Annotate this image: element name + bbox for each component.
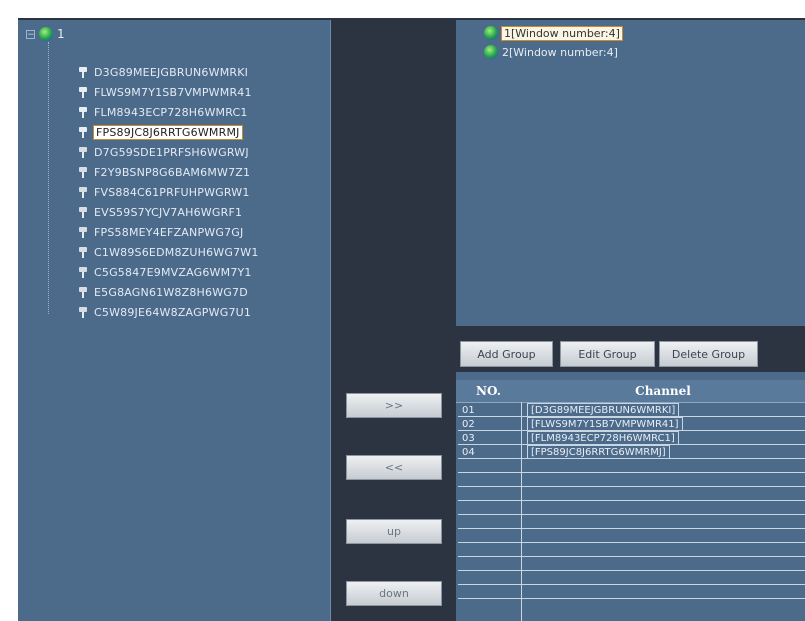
tree-item[interactable]: EVS59S7YCJV7AH6WGRF1 (78, 204, 242, 220)
tree-item[interactable]: D3G89MEEJGBRUN6WMRKI (78, 64, 248, 80)
column-header-channel[interactable]: Channel (521, 380, 805, 402)
tree-item[interactable]: E5G8AGN61W8Z8H6WG7D (78, 284, 248, 300)
table-cell-no[interactable]: 03 (462, 432, 475, 444)
camera-offline-icon (78, 226, 88, 238)
column-header-no[interactable]: NO. (456, 380, 521, 402)
tree-item[interactable]: FPS58MEY4EFZANPWG7GJ (78, 224, 243, 240)
device-tree-panel: − 1 D3G89MEEJGBRUN6WMRKI FLWS9M7Y1SB7VMP… (18, 20, 331, 621)
row-divider (458, 570, 805, 571)
row-divider (458, 556, 805, 557)
row-divider (458, 500, 805, 501)
table-cell-channel[interactable]: [FPS89JC8J6RRTG6WMRMJ] (527, 445, 670, 459)
camera-offline-icon (78, 246, 88, 258)
row-divider (458, 542, 805, 543)
tree-item-label: FLM8943ECP728H6WMRC1 (94, 105, 248, 119)
table-cell-channel[interactable]: [FLM8943ECP728H6WMRC1] (527, 431, 679, 445)
globe-icon (39, 27, 53, 41)
camera-icon (78, 106, 88, 118)
camera-offline-icon (78, 146, 88, 158)
camera-offline-icon (78, 186, 88, 198)
tree-item-label: F2Y9BSNP8G6BAM6MW7Z1 (94, 165, 251, 179)
remove-channel-button[interactable]: << (346, 455, 442, 480)
globe-icon (484, 26, 498, 40)
camera-offline-icon (78, 166, 88, 178)
camera-icon (78, 126, 88, 138)
tree-item-label: C5W89JE64W8ZAGPWG7U1 (94, 305, 252, 319)
delete-group-button[interactable]: Delete Group (659, 341, 758, 367)
window-group-item[interactable]: 2[Window number:4] (484, 44, 618, 60)
tree-item-selected[interactable]: FPS89JC8J6RRTG6WMRMJ (78, 124, 243, 140)
tree-item[interactable]: C5W89JE64W8ZAGPWG7U1 (78, 304, 251, 320)
row-divider (458, 528, 805, 529)
tree-item[interactable]: FLM8943ECP728H6WMRC1 (78, 104, 248, 120)
row-divider (458, 514, 805, 515)
tree-root-label: 1 (57, 27, 65, 41)
camera-icon (78, 66, 88, 78)
table-cell-channel[interactable]: [D3G89MEEJGBRUN6WMRKI] (527, 403, 680, 417)
tree-item[interactable]: FLWS9M7Y1SB7VMPWMR41 (78, 84, 252, 100)
camera-offline-icon (78, 306, 88, 318)
tree-item-label: FPS89JC8J6RRTG6WMRMJ (93, 124, 243, 140)
row-divider (458, 472, 805, 473)
tree-item-label: D3G89MEEJGBRUN6WMRKI (94, 65, 249, 79)
tree-item-label: EVS59S7YCJV7AH6WGRF1 (94, 205, 243, 219)
window-group-label: 1[Window number:4] (501, 25, 623, 41)
tree-connector (48, 42, 79, 314)
edit-group-button[interactable]: Edit Group (560, 341, 655, 367)
camera-icon (78, 86, 88, 98)
tree-item-label: FPS58MEY4EFZANPWG7GJ (94, 225, 244, 239)
channel-table-header: NO. Channel (456, 380, 805, 403)
table-cell-channel[interactable]: [FLWS9M7Y1SB7VMPWMR41] (527, 417, 683, 431)
tree-item-label: C1W89S6EDM8ZUH6WG7W1 (94, 245, 259, 259)
camera-offline-icon (78, 266, 88, 278)
window-group-label: 2[Window number:4] (502, 45, 618, 59)
add-group-button[interactable]: Add Group (460, 341, 553, 367)
tree-item-label: FLWS9M7Y1SB7VMPWMR41 (94, 85, 252, 99)
tree-item[interactable]: FVS884C61PRFUHPWGRW1 (78, 184, 250, 200)
tree-item-label: FVS884C61PRFUHPWGRW1 (94, 185, 250, 199)
tree-item[interactable]: C1W89S6EDM8ZUH6WG7W1 (78, 244, 259, 260)
window-group-list: 1[Window number:4] 2[Window number:4] (456, 20, 805, 326)
table-cell-no[interactable]: 01 (462, 404, 475, 416)
row-divider (458, 486, 805, 487)
column-divider (521, 402, 522, 621)
window-group-item-selected[interactable]: 1[Window number:4] (484, 25, 623, 41)
tree-root-node[interactable]: − 1 (26, 26, 65, 42)
tree-item-label: C5G5847E9MVZAG6WM7Y1 (94, 265, 252, 279)
tree-item-label: D7G59SDE1PRFSH6WGRWJ (94, 145, 249, 159)
move-down-button[interactable]: down (346, 581, 442, 606)
table-cell-no[interactable]: 02 (462, 418, 475, 430)
table-cell-no[interactable]: 04 (462, 446, 475, 458)
tree-item[interactable]: F2Y9BSNP8G6BAM6MW7Z1 (78, 164, 250, 180)
row-divider (458, 584, 805, 585)
collapse-icon[interactable]: − (26, 29, 35, 39)
tree-item[interactable]: D7G59SDE1PRFSH6WGRWJ (78, 144, 249, 160)
add-channel-button[interactable]: >> (346, 393, 442, 418)
camera-offline-icon (78, 206, 88, 218)
tree-item-label: E5G8AGN61W8Z8H6WG7D (94, 285, 248, 299)
camera-offline-icon (78, 286, 88, 298)
row-divider (458, 598, 805, 599)
tree-item[interactable]: C5G5847E9MVZAG6WM7Y1 (78, 264, 252, 280)
move-up-button[interactable]: up (346, 519, 442, 544)
globe-icon (484, 45, 498, 59)
